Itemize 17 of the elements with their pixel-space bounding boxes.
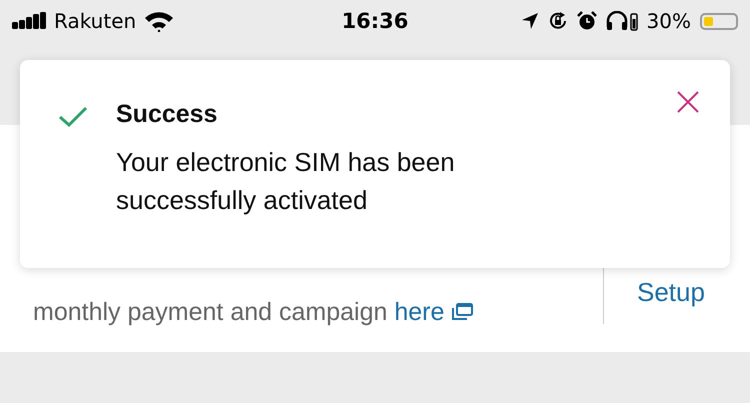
location-arrow-icon [520, 12, 539, 30]
carrier-name: Rakuten [54, 9, 136, 33]
external-window-icon [450, 302, 474, 322]
rotation-lock-icon [548, 11, 568, 31]
battery-icon [700, 12, 738, 30]
here-link[interactable]: here [394, 298, 474, 326]
toast-title: Success [116, 100, 218, 129]
setup-link[interactable]: Setup [637, 277, 705, 308]
points-description: monthly payment and campaign here [33, 292, 573, 332]
check-icon [58, 106, 88, 128]
wifi-icon [144, 10, 174, 32]
battery-percent: 30% [646, 9, 691, 33]
signal-icon [12, 12, 46, 30]
alarm-clock-icon [576, 11, 597, 31]
headphones-icon [606, 11, 638, 31]
toast-message: Your electronic SIM has been successfully activated [116, 146, 456, 217]
clock-time: 16:36 [342, 9, 408, 33]
